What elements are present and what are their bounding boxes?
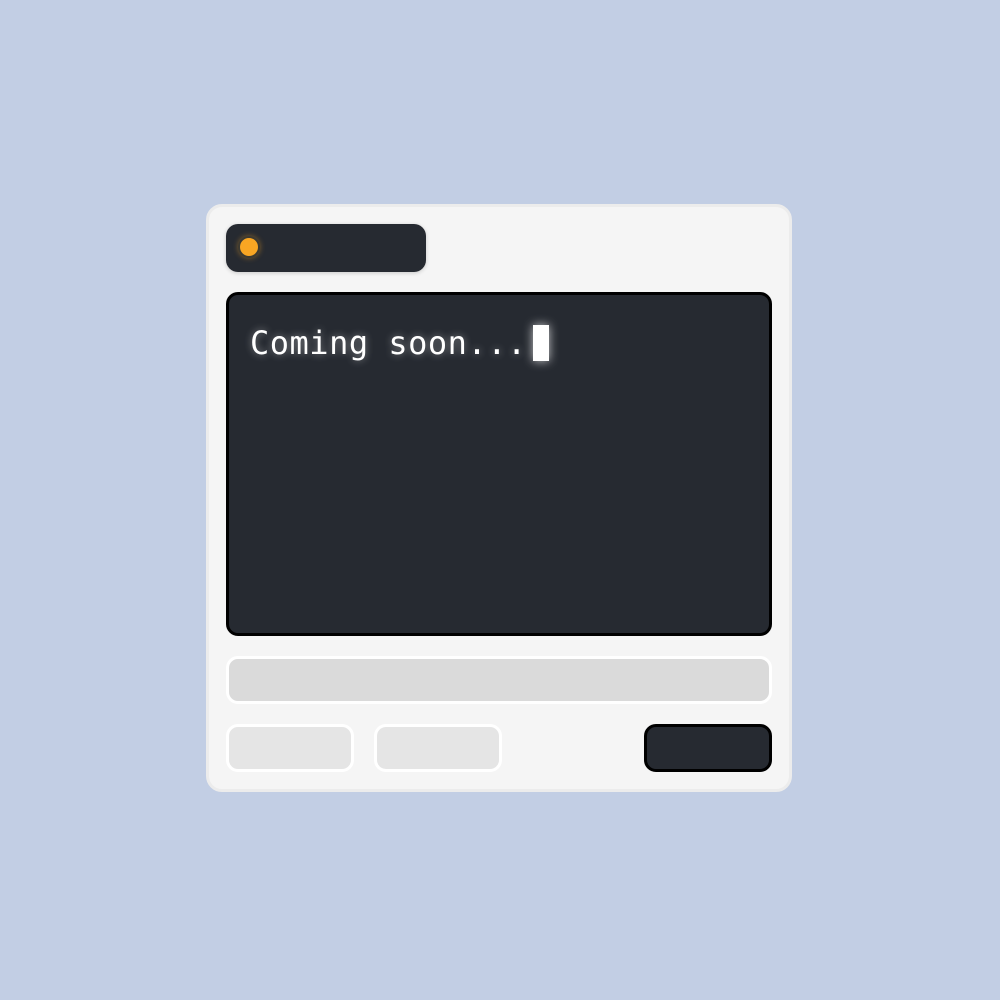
primary-button[interactable] xyxy=(644,724,772,772)
secondary-button-2[interactable] xyxy=(374,724,502,772)
input-field[interactable] xyxy=(226,656,772,704)
status-dot-icon xyxy=(238,236,260,258)
secondary-button-1[interactable] xyxy=(226,724,354,772)
cursor-block xyxy=(532,325,549,361)
terminal-text: Coming soon... xyxy=(250,324,527,362)
terminal-line: Coming soon... xyxy=(250,323,549,363)
terminal-screen: Coming soon... xyxy=(226,292,772,636)
app-window: Coming soon... xyxy=(206,204,792,792)
title-bar xyxy=(226,224,426,272)
